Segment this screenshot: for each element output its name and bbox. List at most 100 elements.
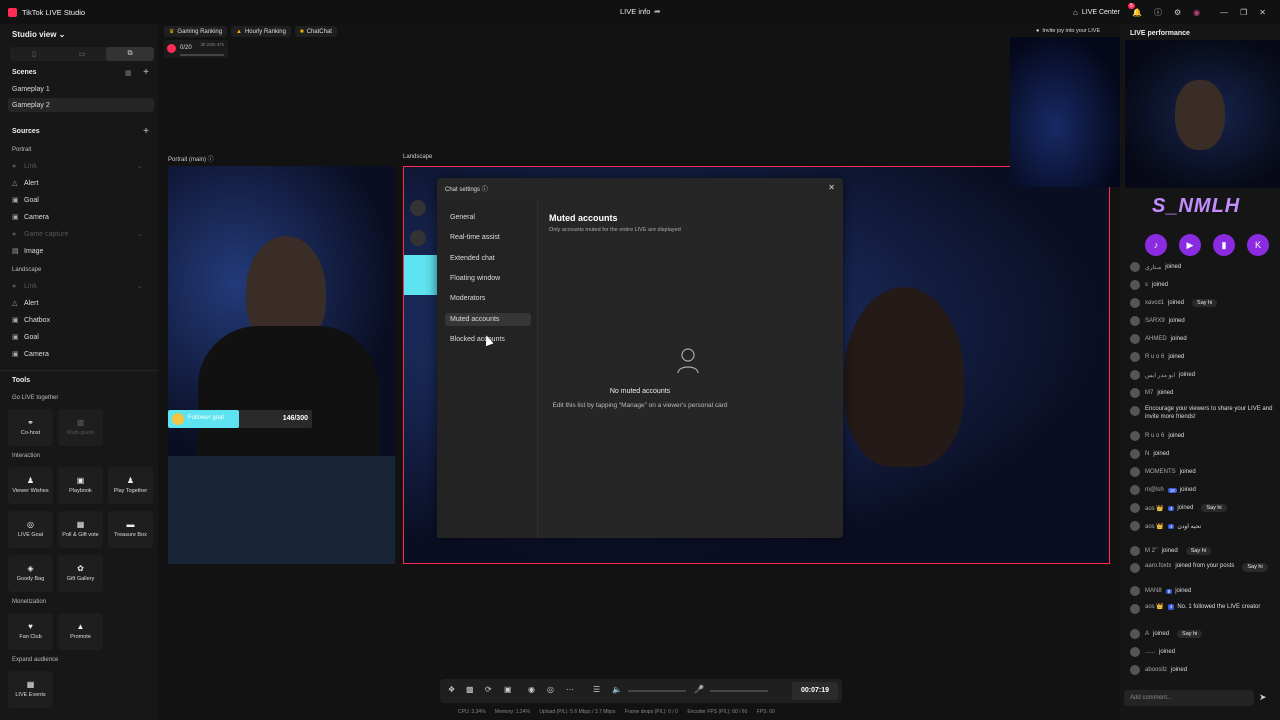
avatar[interactable] (1130, 647, 1140, 657)
portrait-view-icon[interactable]: ▯ (10, 47, 58, 61)
avatar[interactable] (1130, 370, 1140, 380)
microphone-icon[interactable]: 🎤 (694, 685, 704, 694)
avatar[interactable]: ◉ (1193, 8, 1200, 17)
avatar[interactable] (1130, 406, 1140, 416)
avatar[interactable] (1130, 334, 1140, 344)
chat-username[interactable]: aaro.foxtx (1145, 563, 1171, 571)
source-link[interactable]: ● Link ⌄ (12, 280, 142, 292)
chat-username[interactable]: مـتاري (1145, 264, 1161, 271)
chat-username[interactable]: ...... (1145, 649, 1155, 655)
live-center-button[interactable]: LIVE Center (1082, 9, 1120, 16)
chat-username[interactable]: aos 👑 (1145, 505, 1164, 512)
say-hi-button[interactable]: Say hi (1185, 547, 1211, 555)
say-hi-button[interactable]: Say hi (1242, 563, 1268, 573)
say-hi-button[interactable]: Say hi (1201, 504, 1227, 512)
avatar[interactable] (1130, 467, 1140, 477)
nav-real-time-assist[interactable]: Real-time assist (445, 231, 531, 244)
scene-item[interactable]: Gameplay 1 (8, 82, 154, 96)
multi-guest-button[interactable]: ▩ Multi-guest (58, 409, 103, 446)
avatar[interactable] (1130, 280, 1140, 290)
promote-button[interactable]: ▲ Promote (58, 613, 103, 650)
playbook-button[interactable]: ▣ Playbook (58, 467, 103, 504)
chat-username[interactable]: MOMENTS (1145, 469, 1176, 475)
avatar[interactable] (1130, 431, 1140, 441)
avatar[interactable] (1130, 629, 1140, 639)
studio-view-dropdown[interactable]: Studio view ⌄ (12, 30, 65, 39)
avatar[interactable] (1130, 352, 1140, 362)
replay-icon[interactable]: ◎ (547, 685, 554, 694)
chat-username[interactable]: N (1145, 451, 1149, 457)
source-link[interactable]: ● Link ⌄ (12, 160, 142, 172)
settings-icon[interactable]: ⚙ (1174, 8, 1181, 17)
bell-icon[interactable]: 🔔 (1132, 8, 1142, 17)
play-together-button[interactable]: ♟ Play Together (108, 467, 153, 504)
avatar[interactable] (1130, 485, 1140, 495)
rotate-icon[interactable]: ⟳ (485, 685, 492, 694)
chat-username[interactable]: aboosllz (1145, 667, 1167, 673)
chat-username[interactable]: AHMED (1145, 336, 1167, 342)
avatar[interactable] (1130, 388, 1140, 398)
add-source-icon[interactable]: + (143, 126, 149, 137)
close-icon[interactable]: ✕ (828, 183, 835, 192)
scene-item[interactable]: Gameplay 2 (8, 98, 154, 112)
live-info-title[interactable]: LIVE info (620, 7, 650, 16)
avatar[interactable] (1130, 586, 1140, 596)
mic-slider[interactable] (710, 690, 768, 692)
help-icon[interactable]: ⓘ (1154, 7, 1162, 18)
gift-gallery-button[interactable]: ✿ Gift Gallery (58, 555, 103, 592)
share-icon[interactable]: ➦ (654, 7, 661, 16)
invite-banner[interactable]: ● Invite joy into your LIVE (1036, 25, 1118, 36)
live-events-button[interactable]: ▦ LIVE Events (8, 671, 53, 708)
more-icon[interactable]: ⋯ (566, 685, 574, 694)
chat-username[interactable]: MAN8 (1145, 588, 1162, 594)
source-camera[interactable]: ▣ Camera (12, 348, 142, 360)
say-hi-button[interactable]: Say hi (1177, 630, 1203, 638)
poll-vote-button[interactable]: ▦ Poll & Gift vote (58, 511, 103, 548)
screen-icon[interactable]: ▣ (504, 685, 512, 694)
source-alert[interactable]: △ Alert (12, 297, 142, 309)
chat-username[interactable]: SARX9 (1145, 318, 1165, 324)
close-icon[interactable]: ✕ (1259, 8, 1266, 17)
speaker-icon[interactable]: 🔈 (612, 685, 622, 694)
add-scene-icon[interactable]: + (143, 67, 149, 78)
landscape-view-icon[interactable]: ▭ (58, 47, 106, 61)
viewer-wishes-button[interactable]: ♟ Viewer Wishes (8, 467, 53, 504)
avatar[interactable] (1130, 503, 1140, 513)
nav-floating-window[interactable]: Floating window (445, 272, 531, 285)
avatar[interactable] (1130, 563, 1140, 573)
avatar[interactable] (1130, 298, 1140, 308)
dual-view-icon[interactable]: ⧉ (106, 47, 154, 61)
source-goal[interactable]: ▣ Goal (12, 194, 142, 206)
chat-username[interactable]: M7 (1145, 390, 1153, 396)
source-goal[interactable]: ▣ Goal (12, 331, 142, 343)
chat-username[interactable]: ابو مدر ايس (1145, 372, 1175, 379)
nav-extended-chat[interactable]: Extended chat (445, 252, 531, 265)
source-game-capture[interactable]: ● Game capture ⌄ (12, 228, 142, 240)
volume-slider[interactable] (628, 690, 686, 692)
mixer-icon[interactable]: ☰ (593, 685, 600, 694)
avatar[interactable] (1130, 262, 1140, 272)
fan-club-button[interactable]: ♥ Fan Club (8, 613, 53, 650)
avatar[interactable] (1130, 449, 1140, 459)
nav-muted-accounts[interactable]: Muted accounts (445, 313, 531, 326)
treasure-box-button[interactable]: ▬ Treasure Box (108, 511, 153, 548)
source-alert[interactable]: △ Alert (12, 177, 142, 189)
comment-input[interactable]: Add comment... (1124, 690, 1254, 706)
avatar[interactable] (1130, 546, 1140, 556)
send-icon[interactable]: ➤ (1259, 692, 1267, 703)
avatar[interactable] (1130, 665, 1140, 675)
goody-bag-button[interactable]: ◈ Goody Bag (8, 555, 53, 592)
live-goal-button[interactable]: ◎ LIVE Goal (8, 511, 53, 548)
ranking-pill[interactable]: ■ ChatChat (295, 26, 337, 37)
home-icon[interactable]: ⌂ (1073, 8, 1078, 17)
avatar[interactable] (1130, 316, 1140, 326)
co-host-button[interactable]: ⚭ Co-host (8, 409, 53, 446)
maximize-icon[interactable]: ❐ (1240, 8, 1247, 17)
chat-username[interactable]: R u o 6 (1145, 433, 1164, 439)
source-camera[interactable]: ▣ Camera (12, 211, 142, 223)
chat-username[interactable]: M 2ʼʼ (1145, 548, 1158, 554)
scenes-layout-icon[interactable]: ▦ (125, 69, 132, 77)
layout-icon[interactable]: ▩ (466, 685, 474, 694)
avatar[interactable] (1130, 521, 1140, 531)
nav-moderators[interactable]: Moderators (445, 292, 531, 305)
